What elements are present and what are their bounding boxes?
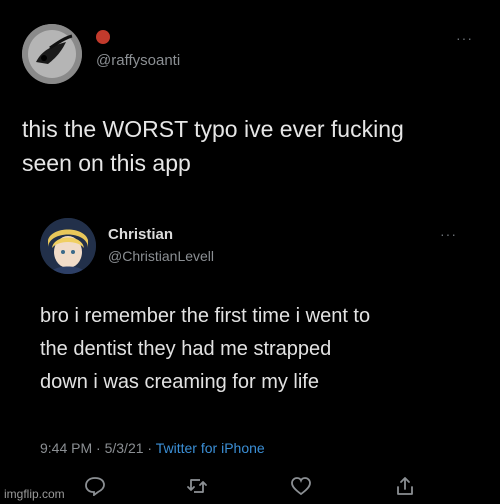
tweet-source-link[interactable]: Twitter for iPhone xyxy=(156,440,265,456)
reply-icon[interactable] xyxy=(84,476,106,496)
quoted-avatar[interactable] xyxy=(40,218,96,274)
more-options-icon[interactable]: ··· xyxy=(456,30,473,46)
tweet-time[interactable]: 9:44 PM xyxy=(40,440,92,456)
tweet-metadata: 9:44 PM · 5/3/21 · Twitter for iPhone xyxy=(40,440,265,456)
avatar[interactable] xyxy=(22,24,82,84)
retweet-icon[interactable] xyxy=(186,476,208,496)
meta-separator: · xyxy=(147,440,153,456)
tweet-date[interactable]: 5/3/21 xyxy=(105,440,144,456)
quoted-more-options-icon[interactable]: ··· xyxy=(440,226,457,242)
quoted-display-name[interactable]: Christian xyxy=(108,226,173,243)
tweet-text: this the WORST typo ive ever fucking see… xyxy=(22,116,404,176)
quoted-avatar-image xyxy=(40,218,96,274)
tweet-screenshot: @raffysoanti ··· this the WORST typo ive… xyxy=(0,0,500,504)
quoted-handle[interactable]: @ChristianLevell xyxy=(108,248,214,264)
meta-separator: · xyxy=(96,440,101,456)
watermark: imgflip.com xyxy=(4,487,65,501)
quoted-tweet-text: bro i remember the first time i went to … xyxy=(40,305,371,393)
share-icon[interactable] xyxy=(394,476,416,496)
action-bar xyxy=(0,470,500,498)
like-icon[interactable] xyxy=(290,476,312,496)
display-name-emoji-icon xyxy=(96,30,110,44)
avatar-image xyxy=(22,24,82,84)
author-handle[interactable]: @raffysoanti xyxy=(96,52,180,69)
